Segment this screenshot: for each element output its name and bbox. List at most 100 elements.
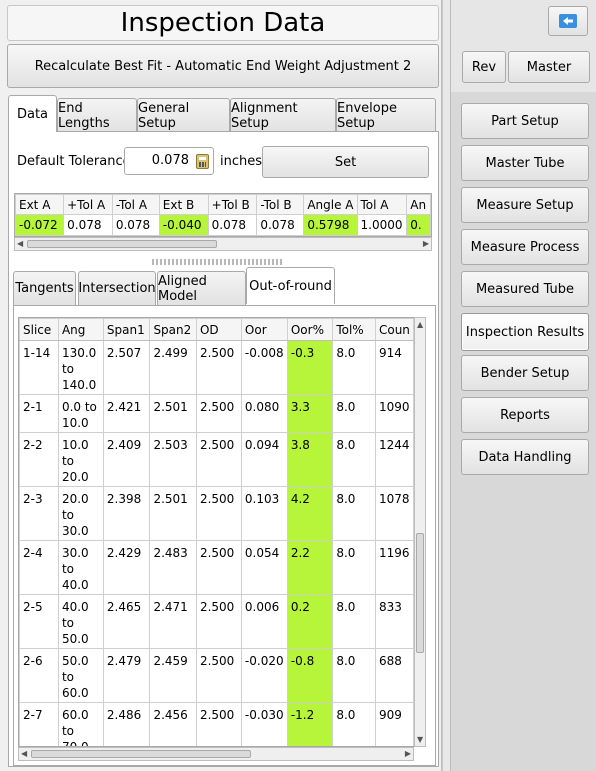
summary-grid[interactable]: Ext A +Tol A -Tol A Ext B +Tol B -Tol B … (14, 193, 432, 237)
tab-intersection[interactable]: Intersection (78, 271, 156, 305)
table-cell[interactable]: 2-1 (19, 394, 59, 433)
table-cell[interactable]: 2.500 (195, 648, 242, 703)
table-cell[interactable]: 2.500 (195, 486, 242, 541)
summary-cell[interactable]: 0.078 (207, 214, 258, 236)
scroll-left-icon[interactable]: ◀ (21, 749, 27, 758)
table-cell[interactable]: 2.465 (102, 594, 151, 649)
tab-end-lengths[interactable]: End Lengths (57, 98, 137, 132)
summary-header[interactable]: -Tol A (111, 194, 160, 215)
table-row[interactable]: 2-7 60.0 to 70.0 2.486 2.456 2.500 -0.03… (19, 702, 414, 746)
oor-header[interactable]: Span2 (149, 318, 197, 341)
table-cell[interactable]: 4.2 (286, 486, 334, 541)
table-cell[interactable]: 8.0 (332, 594, 376, 649)
table-cell[interactable]: 1-14 (19, 340, 59, 395)
oor-header[interactable]: Slice (19, 318, 59, 341)
summary-header[interactable]: Angle A (303, 194, 358, 215)
table-cell[interactable]: 2.500 (195, 702, 242, 746)
oor-header[interactable]: Coun (374, 318, 414, 341)
table-cell[interactable]: 2.398 (102, 486, 151, 541)
oor-header[interactable]: OD (195, 318, 242, 341)
table-cell[interactable]: 2.479 (102, 648, 151, 703)
table-cell[interactable]: -0.3 (286, 340, 334, 395)
table-cell[interactable]: -0.030 (240, 702, 288, 746)
table-cell[interactable]: 8.0 (332, 394, 376, 433)
summary-header[interactable]: -Tol B (256, 194, 305, 215)
table-cell[interactable]: 2.501 (149, 486, 197, 541)
set-button[interactable]: Set (262, 146, 429, 178)
table-cell[interactable]: 2.486 (102, 702, 151, 746)
tolerance-field[interactable]: 0.078 (124, 147, 214, 175)
table-cell[interactable]: 2.471 (149, 594, 197, 649)
summary-horizontal-scrollbar[interactable]: ◀ ▶ (14, 237, 432, 251)
nav-measure-setup[interactable]: Measure Setup (461, 187, 589, 223)
table-cell[interactable]: 1078 (374, 486, 414, 541)
summary-header[interactable]: Tol A (356, 194, 408, 215)
table-cell[interactable]: 2.499 (149, 340, 197, 395)
out-of-round-grid[interactable]: Slice Ang Span1 Span2 OD Oor Oor% Tol% C… (18, 317, 415, 747)
table-cell[interactable]: 914 (374, 340, 414, 395)
rev-button[interactable]: Rev (462, 51, 506, 83)
table-cell[interactable]: 2.429 (102, 540, 151, 595)
table-cell[interactable]: 909 (374, 702, 414, 746)
table-row[interactable]: 2-6 50.0 to 60.0 2.479 2.459 2.500 -0.02… (19, 648, 414, 703)
oor-header[interactable]: Tol% (332, 318, 376, 341)
table-cell[interactable]: 3.3 (286, 394, 334, 433)
table-cell[interactable]: 40.0 to 50.0 (57, 594, 104, 649)
summary-cell[interactable]: 0.078 (111, 214, 160, 236)
table-cell[interactable]: 8.0 (332, 340, 376, 395)
scroll-up-icon[interactable]: ▲ (417, 320, 423, 329)
table-cell[interactable]: 8.0 (332, 648, 376, 703)
master-button[interactable]: Master (508, 51, 590, 83)
table-cell[interactable]: 2.501 (149, 394, 197, 433)
table-row[interactable]: 2-1 0.0 to 10.0 2.421 2.501 2.500 0.080 … (19, 394, 414, 433)
summary-header[interactable]: An (406, 194, 431, 215)
table-cell[interactable]: 2.500 (195, 540, 242, 595)
tab-tangents[interactable]: Tangents (13, 271, 76, 305)
table-cell[interactable]: 2.2 (286, 540, 334, 595)
scroll-right-icon[interactable]: ▶ (405, 749, 411, 758)
nav-measure-process[interactable]: Measure Process (461, 229, 589, 265)
table-cell[interactable]: 688 (374, 648, 414, 703)
table-cell[interactable]: 2.459 (149, 648, 197, 703)
table-cell[interactable]: 0.006 (240, 594, 288, 649)
table-cell[interactable]: 2.500 (195, 340, 242, 395)
summary-cell[interactable]: 1.0000 (356, 214, 408, 236)
panel-divider[interactable] (442, 0, 450, 771)
nav-part-setup[interactable]: Part Setup (461, 103, 589, 139)
table-cell[interactable]: 2-7 (19, 702, 59, 746)
table-cell[interactable]: 1244 (374, 432, 414, 487)
table-cell[interactable]: 8.0 (332, 702, 376, 746)
oor-header[interactable]: Oor% (286, 318, 334, 341)
tab-aligned-model[interactable]: Aligned Model (157, 271, 246, 305)
table-cell[interactable]: 2.483 (149, 540, 197, 595)
table-cell[interactable]: 0.103 (240, 486, 288, 541)
calculator-icon[interactable] (196, 154, 209, 169)
nav-bender-setup[interactable]: Bender Setup (461, 355, 589, 391)
table-row[interactable]: 2-3 20.0 to 30.0 2.398 2.501 2.500 0.103… (19, 486, 414, 541)
table-cell[interactable]: 0.094 (240, 432, 288, 487)
back-button[interactable] (548, 6, 588, 36)
summary-header[interactable]: +Tol A (63, 194, 113, 215)
nav-reports[interactable]: Reports (461, 397, 589, 433)
oor-header[interactable]: Ang (57, 318, 104, 341)
table-cell[interactable]: 0.054 (240, 540, 288, 595)
scroll-right-icon[interactable]: ▶ (423, 239, 429, 248)
table-cell[interactable]: 8.0 (332, 432, 376, 487)
table-cell[interactable]: 8.0 (332, 486, 376, 541)
table-row[interactable]: 2-4 30.0 to 40.0 2.429 2.483 2.500 0.054… (19, 540, 414, 595)
oor-vscroll-thumb[interactable] (416, 533, 424, 653)
tab-general-setup[interactable]: General Setup (137, 98, 230, 132)
summary-header[interactable]: +Tol B (207, 194, 258, 215)
summary-row[interactable]: -0.072 0.078 0.078 -0.040 0.078 0.078 0.… (15, 214, 431, 236)
table-cell[interactable]: 2.500 (195, 594, 242, 649)
table-cell[interactable]: -1.2 (286, 702, 334, 746)
table-cell[interactable]: -0.008 (240, 340, 288, 395)
oor-header[interactable]: Oor (240, 318, 288, 341)
table-cell[interactable]: 20.0 to 30.0 (57, 486, 104, 541)
table-cell[interactable]: 30.0 to 40.0 (57, 540, 104, 595)
table-cell[interactable]: 130.0 to 140.0 (57, 340, 104, 395)
summary-header[interactable]: Ext A (15, 194, 65, 215)
table-cell[interactable]: 2-3 (19, 486, 59, 541)
nav-measured-tube[interactable]: Measured Tube (461, 271, 589, 307)
tab-data[interactable]: Data (8, 95, 57, 132)
